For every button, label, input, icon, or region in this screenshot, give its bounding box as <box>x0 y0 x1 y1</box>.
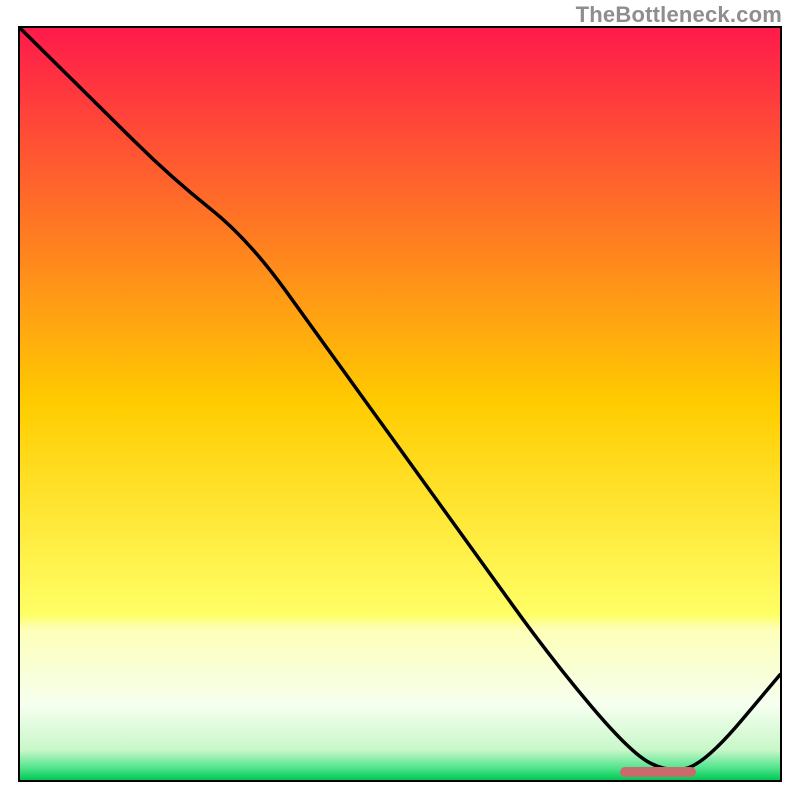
optimal-marker <box>620 767 696 777</box>
plot-area <box>18 26 782 782</box>
chart-svg <box>20 28 780 780</box>
watermark-text: TheBottleneck.com <box>576 2 782 28</box>
bottleneck-chart: TheBottleneck.com <box>0 0 800 800</box>
